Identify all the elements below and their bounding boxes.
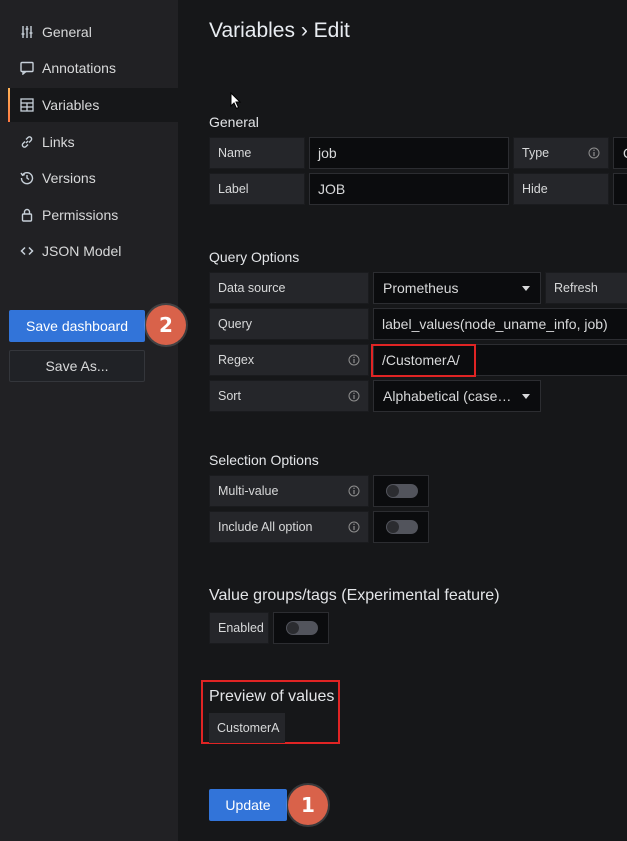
query-label: Query [209, 308, 369, 340]
label-label: Label [209, 173, 305, 205]
query-input[interactable]: label_values(node_uname_info, job) [373, 308, 627, 340]
sidebar-item-label: General [42, 24, 92, 40]
datasource-select[interactable]: Prometheus [373, 272, 541, 304]
hide-select[interactable] [613, 173, 627, 205]
link-icon [20, 135, 34, 149]
sort-select[interactable]: Alphabetical (case… [373, 380, 541, 412]
sliders-icon [20, 25, 34, 39]
history-icon [20, 171, 34, 185]
preview-section-title: Preview of values [209, 688, 335, 705]
sidebar-item-json-model[interactable]: JSON Model [8, 234, 178, 268]
tags-enabled-switch[interactable] [273, 612, 329, 644]
general-section-title: General [209, 114, 259, 130]
sidebar-item-annotations[interactable]: Annotations [8, 51, 178, 85]
include-all-label: Include All option [209, 511, 369, 543]
include-all-switch[interactable] [373, 511, 429, 543]
regex-highlight-box [371, 344, 476, 377]
calculator-icon [20, 98, 34, 112]
regex-label: Regex [209, 344, 369, 376]
lock-icon [20, 208, 34, 222]
tags-enabled-toggle[interactable] [286, 621, 318, 635]
sidebar-item-label: Annotations [42, 60, 116, 76]
tags-section-title: Value groups/tags (Experimental feature) [209, 587, 500, 604]
page-title: Variables › Edit [209, 19, 350, 42]
info-icon[interactable] [348, 354, 360, 366]
datasource-label: Data source [209, 272, 369, 304]
datasource-value: Prometheus [383, 280, 459, 296]
step-badge-2: 2 [146, 305, 186, 345]
code-icon [20, 244, 34, 258]
save-as-button[interactable]: Save As... [9, 350, 145, 382]
sort-label-text: Sort [218, 389, 241, 403]
info-icon[interactable] [348, 521, 360, 533]
sidebar-item-label: Links [42, 134, 75, 150]
chevron-down-icon [522, 286, 530, 291]
sidebar-item-permissions[interactable]: Permissions [8, 198, 178, 232]
save-dashboard-button[interactable]: Save dashboard [9, 310, 145, 342]
label-input[interactable]: JOB [309, 173, 509, 205]
sidebar-item-label: Versions [42, 170, 96, 186]
preview-value-chip: CustomerA [209, 713, 285, 743]
refresh-label: Refresh [545, 272, 627, 304]
info-icon[interactable] [588, 147, 600, 159]
multi-value-label-text: Multi-value [218, 484, 279, 498]
info-icon[interactable] [348, 390, 360, 402]
info-icon[interactable] [348, 485, 360, 497]
sidebar-item-general[interactable]: General [8, 15, 178, 49]
step-badge-1: 1 [288, 785, 328, 825]
include-all-label-text: Include All option [218, 520, 313, 534]
sort-label: Sort [209, 380, 369, 412]
sidebar-item-label: JSON Model [42, 243, 122, 259]
sidebar-item-links[interactable]: Links [8, 125, 178, 159]
type-label-text: Type [522, 146, 550, 160]
name-label: Name [209, 137, 305, 169]
multi-value-label: Multi-value [209, 475, 369, 507]
type-select[interactable]: Q [613, 137, 627, 169]
sort-value: Alphabetical (case… [383, 388, 512, 404]
comment-icon [20, 61, 34, 75]
regex-label-text: Regex [218, 353, 255, 367]
type-label: Type [513, 137, 609, 169]
hide-label: Hide [513, 173, 609, 205]
query-options-title: Query Options [209, 249, 300, 265]
include-all-toggle[interactable] [386, 520, 418, 534]
multi-value-switch[interactable] [373, 475, 429, 507]
tags-enabled-label: Enabled [209, 612, 269, 644]
update-button[interactable]: Update [209, 789, 287, 821]
name-input[interactable]: job [309, 137, 509, 169]
chevron-down-icon [522, 394, 530, 399]
sidebar-item-label: Variables [42, 97, 100, 113]
multi-value-toggle[interactable] [386, 484, 418, 498]
selection-options-title: Selection Options [209, 452, 319, 468]
settings-sidebar: General Annotations Variables Links Vers… [0, 0, 178, 841]
sidebar-item-label: Permissions [42, 207, 119, 223]
sidebar-item-variables[interactable]: Variables [8, 88, 178, 122]
mouse-cursor-icon [230, 92, 242, 110]
sidebar-item-versions[interactable]: Versions [8, 161, 178, 195]
